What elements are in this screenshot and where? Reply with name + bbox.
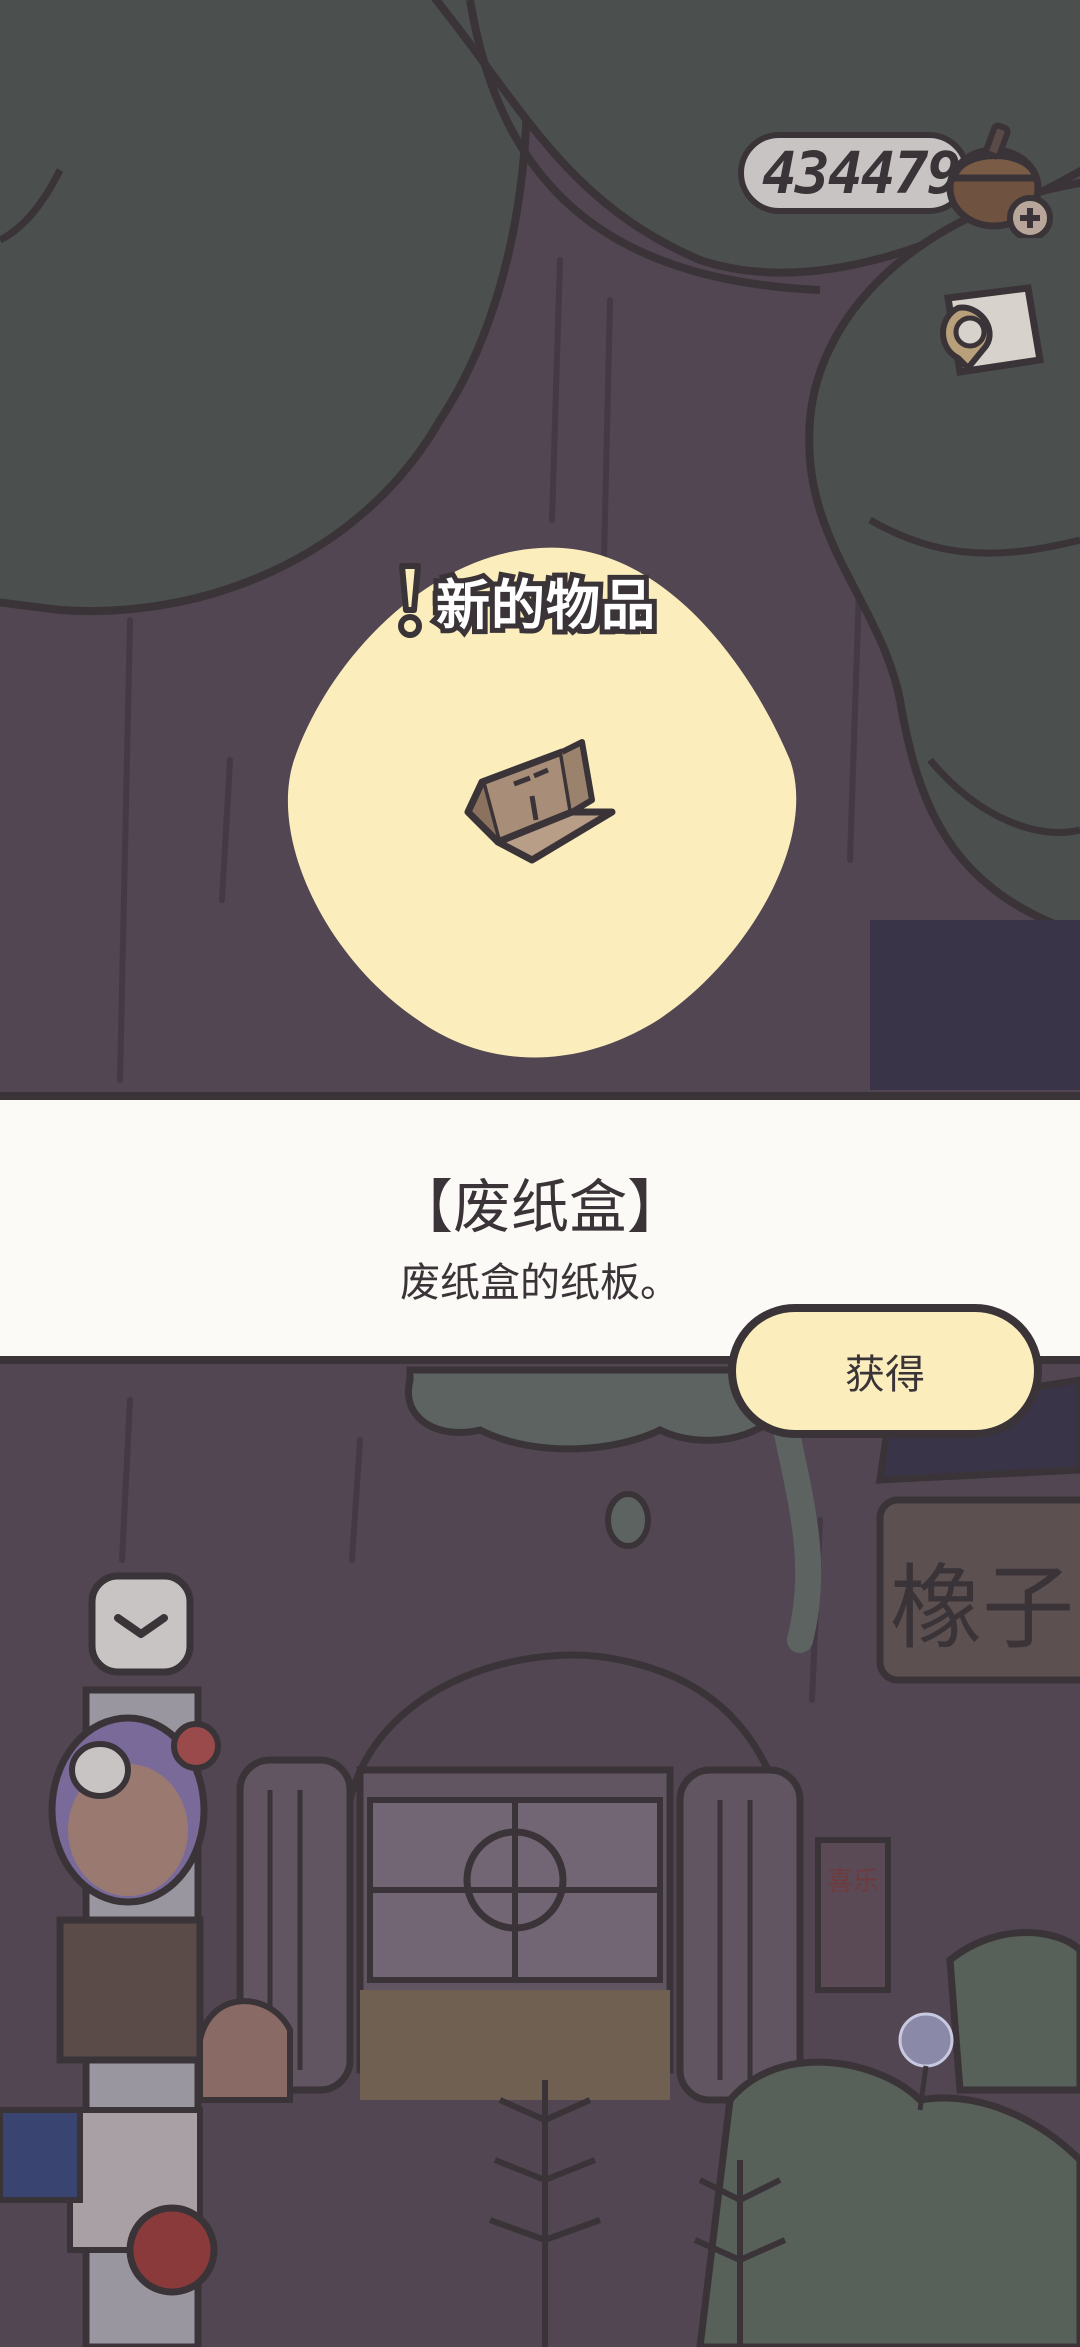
acorn-counter: 434479 bbox=[738, 132, 970, 214]
exclamation-icon bbox=[398, 563, 422, 638]
chevron-down-icon[interactable] bbox=[88, 1572, 194, 1676]
acorn-add-icon[interactable] bbox=[940, 118, 1060, 238]
new-item-title: 新的物品 bbox=[431, 569, 660, 642]
new-item-header: 新的物品 bbox=[392, 560, 660, 642]
item-name: 【废纸盒】 bbox=[394, 1173, 685, 1241]
game-screen: 喜乐 橡子 434479 新的物品 【废纸盒】 废纸盒的纸板。 获得 bbox=[0, 0, 1080, 2347]
cardboard-box-icon bbox=[464, 739, 616, 864]
acorn-count: 434479 bbox=[762, 139, 962, 207]
album-card-icon[interactable] bbox=[928, 268, 1058, 398]
door-scroll-sign: 喜乐 bbox=[827, 1867, 879, 1897]
shop-sign-text: 橡子 bbox=[890, 1555, 1074, 1662]
obtain-button[interactable]: 获得 bbox=[728, 1304, 1042, 1438]
item-description: 废纸盒的纸板。 bbox=[400, 1260, 680, 1306]
